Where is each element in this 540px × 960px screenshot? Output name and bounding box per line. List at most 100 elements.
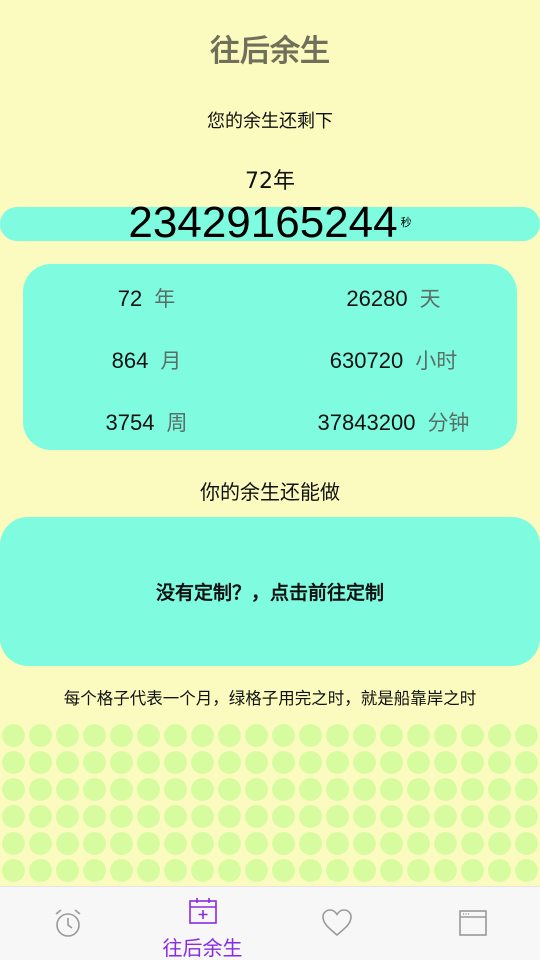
month-cell bbox=[488, 859, 511, 882]
month-cell bbox=[245, 724, 268, 747]
month-cell bbox=[56, 724, 79, 747]
month-cell bbox=[2, 751, 25, 774]
stat-value: 630720 bbox=[329, 348, 404, 373]
stat-value: 72 bbox=[117, 286, 143, 311]
month-cell bbox=[137, 832, 160, 855]
month-cell bbox=[272, 724, 295, 747]
month-cell bbox=[434, 778, 457, 801]
stat-value: 864 bbox=[111, 348, 149, 373]
month-cell bbox=[299, 724, 322, 747]
month-cell bbox=[29, 724, 52, 747]
month-cell bbox=[56, 859, 79, 882]
month-cell bbox=[380, 859, 403, 882]
todo-section-title: 你的余生还能做 bbox=[200, 480, 340, 504]
month-cell bbox=[434, 805, 457, 828]
stat-value: 37843200 bbox=[317, 410, 416, 435]
month-cell bbox=[434, 751, 457, 774]
month-cell bbox=[353, 859, 376, 882]
seconds-unit: 秒 bbox=[400, 216, 412, 229]
tab-life[interactable]: 往后余生 bbox=[135, 887, 270, 960]
month-cell bbox=[380, 832, 403, 855]
stat-unit: 小时 bbox=[415, 349, 458, 373]
month-cell bbox=[191, 805, 214, 828]
stat-unit: 年 bbox=[154, 287, 176, 311]
month-cell bbox=[164, 859, 187, 882]
tab-life-label: 往后余生 bbox=[162, 936, 243, 960]
month-cell bbox=[164, 751, 187, 774]
month-cell bbox=[272, 832, 295, 855]
month-cell bbox=[461, 724, 484, 747]
month-cell bbox=[461, 805, 484, 828]
month-cell bbox=[407, 805, 430, 828]
month-cell bbox=[488, 832, 511, 855]
month-cell bbox=[110, 859, 133, 882]
remaining-subtitle: 您的余生还剩下 bbox=[207, 111, 333, 132]
month-cell bbox=[29, 805, 52, 828]
stat-unit: 周 bbox=[166, 411, 188, 435]
month-cell bbox=[218, 778, 241, 801]
month-cell bbox=[299, 832, 322, 855]
month-cell bbox=[164, 778, 187, 801]
month-cell bbox=[29, 751, 52, 774]
month-cell bbox=[407, 832, 430, 855]
customize-cta-text: 没有定制？，点击前往定制 bbox=[155, 582, 384, 604]
month-cell bbox=[56, 805, 79, 828]
stat-unit: 分钟 bbox=[427, 411, 470, 435]
month-cell bbox=[299, 805, 322, 828]
month-cell bbox=[272, 751, 295, 774]
stat-days: 26280 天 bbox=[270, 283, 517, 313]
month-cell bbox=[137, 805, 160, 828]
month-cell bbox=[164, 832, 187, 855]
month-cell bbox=[56, 778, 79, 801]
month-cell bbox=[83, 751, 106, 774]
month-cell bbox=[299, 859, 322, 882]
stat-years: 72 年 bbox=[23, 283, 270, 313]
month-cell bbox=[326, 751, 349, 774]
month-cell bbox=[380, 805, 403, 828]
month-cell bbox=[245, 805, 268, 828]
month-cell bbox=[218, 859, 241, 882]
month-cell bbox=[326, 724, 349, 747]
stat-unit: 月 bbox=[160, 349, 182, 373]
heart-icon bbox=[322, 909, 352, 937]
month-cell bbox=[326, 832, 349, 855]
month-cell bbox=[461, 751, 484, 774]
month-cell bbox=[245, 751, 268, 774]
month-cell bbox=[110, 805, 133, 828]
month-cell bbox=[191, 832, 214, 855]
month-cell bbox=[434, 724, 457, 747]
month-cell bbox=[272, 859, 295, 882]
month-cell bbox=[326, 778, 349, 801]
month-cell bbox=[488, 724, 511, 747]
remaining-years: 72年 bbox=[245, 169, 295, 194]
month-cell bbox=[407, 751, 430, 774]
stat-value: 26280 bbox=[346, 286, 408, 311]
month-cell bbox=[83, 724, 106, 747]
month-cell bbox=[29, 778, 52, 801]
month-grid bbox=[0, 723, 540, 886]
tab-alarm[interactable] bbox=[0, 887, 135, 960]
month-cell bbox=[515, 724, 538, 747]
month-cell bbox=[353, 805, 376, 828]
month-cell bbox=[515, 832, 538, 855]
month-cell bbox=[137, 724, 160, 747]
month-cell bbox=[353, 751, 376, 774]
month-cell bbox=[164, 805, 187, 828]
month-grid-caption: 每个格子代表一个月，绿格子用完之时，就是船靠岸之时 bbox=[63, 689, 477, 708]
tab-favorites[interactable] bbox=[270, 887, 405, 960]
tab-window[interactable] bbox=[405, 887, 540, 960]
month-cell bbox=[326, 805, 349, 828]
month-cell bbox=[137, 778, 160, 801]
month-cell bbox=[488, 778, 511, 801]
customize-card-button[interactable]: 没有定制？，点击前往定制 bbox=[0, 517, 540, 666]
month-cell bbox=[110, 751, 133, 774]
month-cell bbox=[56, 832, 79, 855]
month-cell bbox=[353, 832, 376, 855]
month-cell bbox=[272, 778, 295, 801]
month-cell bbox=[137, 751, 160, 774]
stat-weeks: 3754 周 bbox=[23, 407, 270, 437]
month-cell bbox=[110, 832, 133, 855]
month-cell bbox=[461, 832, 484, 855]
month-cell bbox=[515, 805, 538, 828]
stat-months: 864 月 bbox=[23, 345, 270, 375]
